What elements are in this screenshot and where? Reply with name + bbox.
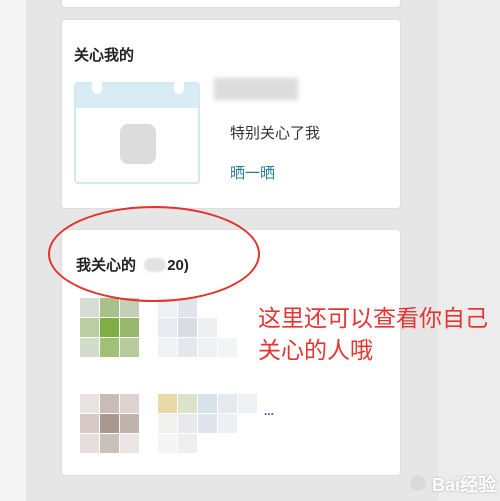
previous-card-fragment (62, 0, 400, 7)
blurred-avatar (120, 124, 156, 164)
followed-user-avatar[interactable] (80, 298, 140, 358)
cares-about-me-card: 关心我的 特别关心了我 晒一晒 (62, 20, 400, 208)
more-indicator: ... (264, 404, 275, 418)
paw-logo-icon (410, 475, 426, 491)
show-off-link[interactable]: 晒一晒 (230, 162, 275, 183)
calendar-thumbnail[interactable] (74, 82, 200, 184)
calendar-ring-icon (174, 82, 184, 94)
baidu-jingyan-watermark: Bai经验 (431, 475, 496, 495)
highlight-ellipse (48, 206, 260, 302)
calendar-ring-icon (92, 82, 102, 94)
left-background-strip (0, 0, 26, 501)
cares-about-me-description: 特别关心了我 (230, 125, 321, 142)
annotation-text: 这里还可以查看你自己关心的人哦 (258, 305, 488, 363)
blurred-username[interactable] (214, 78, 298, 100)
followed-user-avatar[interactable] (80, 394, 140, 454)
followed-user-name-blurred[interactable] (158, 394, 258, 454)
followed-user-name-blurred[interactable] (158, 298, 238, 358)
right-background-strip (438, 0, 500, 501)
cares-about-me-title: 关心我的 (74, 47, 135, 64)
